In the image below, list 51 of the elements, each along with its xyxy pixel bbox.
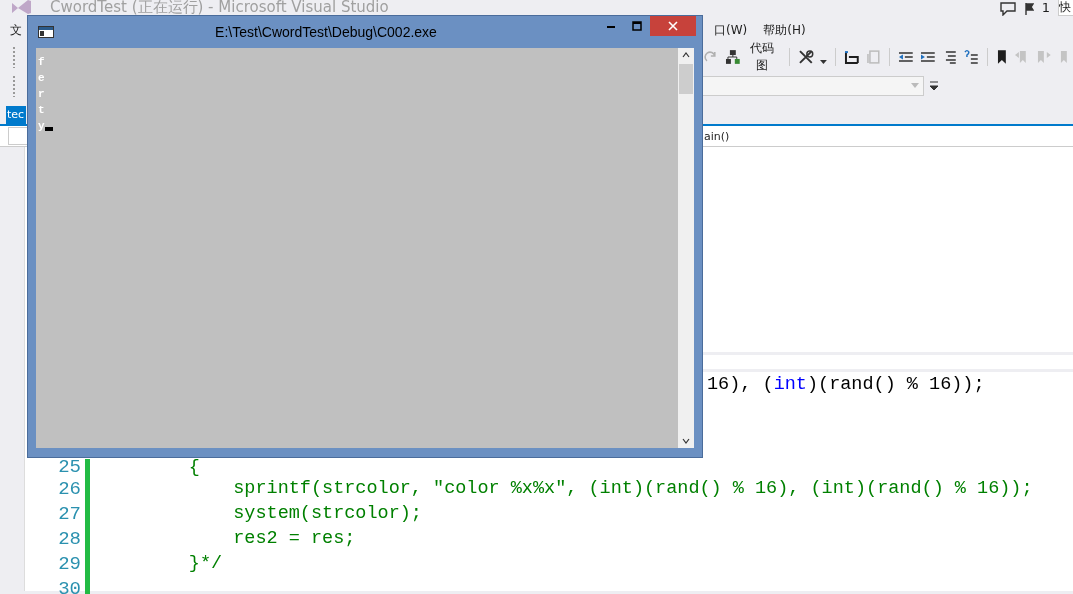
scrollbar[interactable] xyxy=(678,48,694,448)
line-number: 27 xyxy=(57,502,82,525)
caret-icon xyxy=(911,83,919,89)
line-number: 28 xyxy=(57,527,82,550)
close-icon xyxy=(668,21,678,31)
scrollbar-thumb[interactable] xyxy=(679,64,693,94)
code-line: sprintf(strcolor, "color %x%x", (int)(rand() % 16), (int)(rand() % 16)); xyxy=(232,478,1033,499)
indent-lines-icon[interactable] xyxy=(920,49,936,65)
help-lines-icon[interactable] xyxy=(963,49,980,65)
window-title: CwordTest (正在运行) - Microsoft Visual Studio xyxy=(50,0,389,17)
menu-item[interactable]: 帮助(H) xyxy=(755,21,814,39)
notification-count: 1 xyxy=(1041,0,1050,15)
console-app-icon xyxy=(38,26,54,38)
scroll-down-icon[interactable] xyxy=(682,438,690,444)
text-cursor xyxy=(44,127,53,131)
navigation-field[interactable] xyxy=(8,127,28,145)
scroll-up-icon[interactable] xyxy=(682,52,690,58)
console-output: f xyxy=(38,56,45,68)
speech-bubble-icon[interactable] xyxy=(999,2,1016,16)
caret-icon[interactable] xyxy=(930,81,938,91)
dropdown-field[interactable] xyxy=(702,76,924,96)
line-number: 30 xyxy=(57,577,82,594)
bookmark-icon[interactable] xyxy=(996,49,1008,65)
toolbar-grip[interactable] xyxy=(12,75,16,97)
console-output: t xyxy=(38,104,45,116)
console-title: E:\Test\CwordTest\Debug\C002.exe xyxy=(214,24,438,40)
console-output: y xyxy=(38,120,45,132)
menu-item[interactable]: 口(W) xyxy=(706,21,756,39)
line-number: 26 xyxy=(57,477,82,500)
toolbar-grip[interactable] xyxy=(12,46,16,68)
diagram-icon xyxy=(725,49,741,65)
quick-launch-field[interactable]: 快 xyxy=(1058,0,1073,16)
infinity-logo-icon xyxy=(10,0,32,15)
menu-item[interactable]: 文 xyxy=(0,21,30,39)
code-line: }*/ xyxy=(187,553,223,574)
code-line: 16), (int)(rand() % 16)); xyxy=(707,374,985,395)
code-line: system(strcolor); xyxy=(232,503,422,524)
console-output: e xyxy=(38,72,45,84)
flag-icon[interactable] xyxy=(1023,3,1034,15)
maximize-icon xyxy=(632,21,642,31)
outdent-icon[interactable] xyxy=(898,49,914,65)
console-output: r xyxy=(38,88,45,100)
function-dropdown[interactable]: ain() xyxy=(704,129,730,143)
line-number: 29 xyxy=(57,552,82,575)
close-button[interactable] xyxy=(650,16,696,36)
document-tab[interactable]: tec xyxy=(6,106,26,124)
tool-icon[interactable] xyxy=(798,49,814,65)
line-number: 25 xyxy=(57,459,82,476)
code-line: res2 = res; xyxy=(232,528,356,549)
code-map-button[interactable]: 代码图 xyxy=(723,40,782,74)
code-line: { xyxy=(187,457,200,478)
